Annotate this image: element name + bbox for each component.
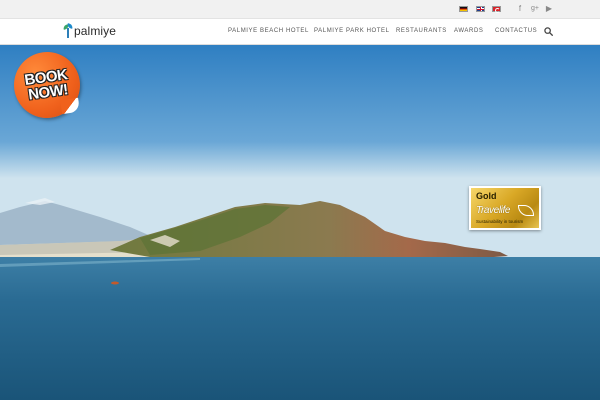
nav-palmiye-beach-hotel[interactable]: PALMIYE BEACH HOTEL (228, 28, 309, 34)
travelife-gold-badge[interactable]: Gold Travelife Sustainability in tourism (469, 186, 541, 230)
nav-contactus[interactable]: CONTACTUS (495, 28, 537, 34)
book-now-line2: NOW! (27, 81, 69, 104)
logo[interactable]: palmiye (62, 23, 117, 39)
logo-text: palmiye (74, 24, 117, 38)
badge-subtitle: Sustainability in tourism (476, 219, 524, 224)
badge-brand: Travelife (476, 205, 511, 216)
nav-awards[interactable]: AWARDS (454, 28, 484, 34)
leaf-icon (518, 205, 534, 216)
badge-tier: Gold (476, 191, 497, 201)
search-icon[interactable] (544, 27, 553, 36)
turkish-flag-icon[interactable] (492, 6, 501, 13)
german-flag-icon[interactable] (459, 6, 468, 12)
english-flag-icon[interactable] (476, 6, 485, 12)
boat (111, 281, 119, 285)
page: f g+ ▶ palmiye PALMIYE BEACH HOTEL PALMI… (0, 0, 600, 400)
facebook-icon[interactable]: f (515, 3, 525, 15)
main-header: palmiye PALMIYE BEACH HOTEL PALMIYE PARK… (0, 19, 600, 45)
top-utility-bar: f g+ ▶ (0, 0, 600, 19)
googleplus-icon[interactable]: g+ (530, 3, 540, 15)
nav-restaurants[interactable]: RESTAURANTS (396, 28, 447, 34)
sea (0, 257, 600, 400)
youtube-icon[interactable]: ▶ (544, 3, 554, 15)
nav-palmiye-park-hotel[interactable]: PALMIYE PARK HOTEL (314, 28, 390, 34)
palm-logo-icon (62, 23, 74, 38)
